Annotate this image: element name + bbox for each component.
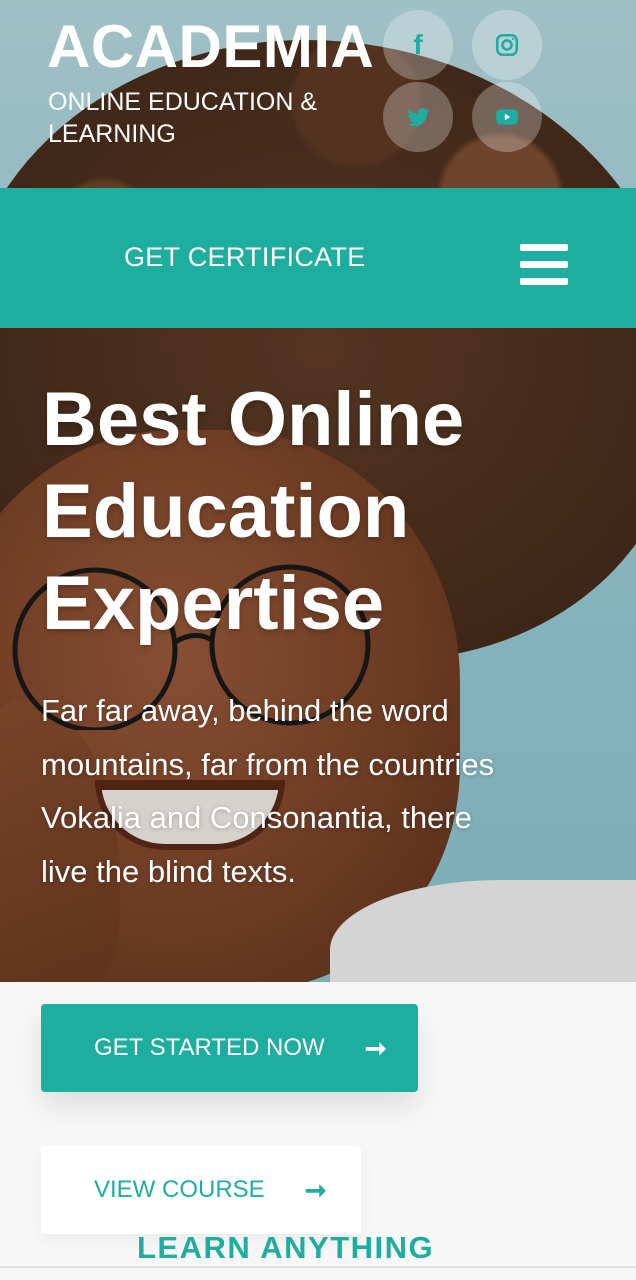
- brand-subtitle: ONLINE EDUCATION & LEARNING: [48, 88, 318, 148]
- view-course-button[interactable]: VIEW COURSE ➞: [41, 1146, 361, 1234]
- facebook-icon: f: [413, 29, 423, 60]
- hero-description: Far far away, behind the word mountains,…: [41, 693, 495, 889]
- youtube-button[interactable]: [472, 82, 542, 152]
- instagram-icon: [495, 33, 519, 57]
- facebook-button[interactable]: f: [383, 10, 453, 80]
- arrow-right-icon: ➞: [304, 1174, 327, 1205]
- view-course-label: VIEW COURSE: [94, 1176, 265, 1203]
- divider: [0, 1266, 636, 1268]
- instagram-button[interactable]: [472, 10, 542, 80]
- youtube-icon: [496, 109, 518, 125]
- hamburger-menu-icon[interactable]: [520, 244, 568, 288]
- section-title: LEARN ANYTHING: [137, 1230, 435, 1265]
- twitter-button[interactable]: [383, 82, 453, 152]
- get-started-label: GET STARTED NOW: [94, 1034, 325, 1061]
- arrow-right-icon: ➞: [364, 1032, 387, 1063]
- top-header: ACADEMIA ONLINE EDUCATION & LEARNING f: [0, 0, 636, 188]
- nav-get-certificate[interactable]: GET CERTIFICATE: [124, 242, 366, 273]
- twitter-icon: [407, 108, 430, 127]
- brand-title[interactable]: ACADEMIA: [47, 14, 374, 80]
- hero-heading: Best Online Education Expertise: [42, 377, 465, 646]
- get-started-button[interactable]: GET STARTED NOW ➞: [41, 1004, 418, 1092]
